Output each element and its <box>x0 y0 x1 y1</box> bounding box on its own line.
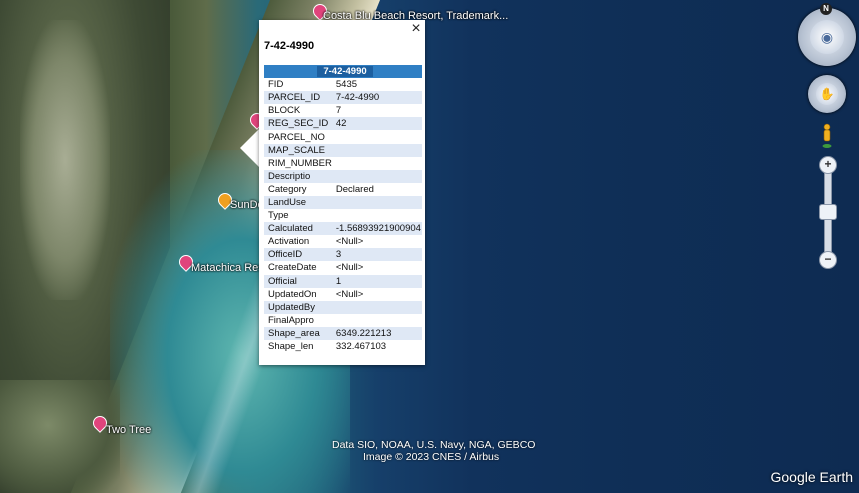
close-icon[interactable]: × <box>409 21 423 37</box>
attribute-value: 3 <box>331 248 422 262</box>
attribute-value <box>332 209 422 222</box>
attribute-row: FinalAppro <box>264 314 422 327</box>
zoom-in-icon[interactable]: + <box>819 156 837 174</box>
attribute-key: Official <box>264 274 332 288</box>
attribute-table-header: 7-42-4990 <box>264 65 422 79</box>
attribute-row: Calculated -1.56893921900904 <box>264 222 422 236</box>
attribute-row: Category Declared <box>264 183 422 196</box>
imagery-credit: Image © 2023 CNES / Airbus <box>363 451 500 463</box>
attribute-row: Official 1 <box>264 274 422 288</box>
attribute-value <box>331 195 422 210</box>
satellite-map[interactable]: Costa Blu Beach Resort, Trademark... Sun… <box>0 0 859 493</box>
attribute-key: OfficeID <box>264 248 332 262</box>
attribute-value: <Null> <box>335 236 364 248</box>
attribute-key: UpdatedOn <box>268 288 317 300</box>
attribute-key: LandUse <box>264 195 332 210</box>
look-joystick-icon[interactable]: ◉ <box>810 20 844 54</box>
attribute-key: Shape_len <box>268 341 314 353</box>
attribute-key: MAP_SCALE <box>264 143 332 157</box>
north-indicator[interactable]: N <box>820 3 832 15</box>
attribute-key: Type <box>268 210 289 222</box>
zoom-slider-thumb[interactable] <box>819 204 837 220</box>
attribute-key: FID <box>268 79 284 91</box>
attribute-key: CreateDate <box>268 262 317 274</box>
attribute-value <box>331 300 422 314</box>
attribute-row: BLOCK 7 <box>264 104 422 117</box>
attribute-value: 5435 <box>335 79 358 91</box>
attribute-value: <Null> <box>335 262 364 274</box>
land-mass <box>20 20 110 300</box>
attribute-row: OfficeID 3 <box>264 248 422 262</box>
attribute-key: RIM_NUMBER <box>268 157 332 169</box>
attribute-row: UpdatedBy <box>264 300 422 314</box>
land-mass <box>0 380 120 493</box>
attribute-row: LandUse <box>264 195 422 210</box>
attribute-value: 6349.221213 <box>331 326 422 340</box>
attribute-row: Shape_len 332.467103 <box>264 340 422 353</box>
attribute-key: Shape_area <box>264 326 332 340</box>
attribute-value: 7-42-4990 <box>331 91 422 105</box>
attribute-row: PARCEL_NO <box>264 130 422 143</box>
attribute-value: 42 <box>331 117 422 131</box>
attribute-row: FID 5435 <box>264 78 422 91</box>
move-hand-center[interactable]: ✋ <box>816 83 838 105</box>
popup-title: 7-42-4990 <box>264 40 315 52</box>
attribute-row: Type <box>264 209 422 222</box>
place-label[interactable]: Two Tree <box>106 424 151 436</box>
attribute-value: 7 <box>335 105 342 117</box>
attribute-row: RIM_NUMBER <box>264 157 422 170</box>
attribute-key: REG_SEC_ID <box>264 117 332 131</box>
attribute-key: Category <box>268 183 307 195</box>
popup-pointer <box>240 128 260 168</box>
attribute-key: PARCEL_NO <box>268 131 325 143</box>
attribute-value: 332.467103 <box>335 341 387 353</box>
header-label: 7-42-4990 <box>317 66 373 78</box>
attribute-value <box>332 130 422 143</box>
attribute-row: Activation <Null> <box>264 235 422 248</box>
attribute-key: Calculated <box>264 222 332 236</box>
attribute-value: 1 <box>331 274 422 288</box>
compass-ring-icon[interactable]: ◉ <box>798 8 856 66</box>
attribute-row: CreateDate <Null> <box>264 261 422 274</box>
attribute-value <box>332 314 422 327</box>
attribute-value <box>332 157 422 170</box>
move-hand-icon[interactable]: ✋ <box>808 75 846 113</box>
attribute-row: Shape_area 6349.221213 <box>264 326 422 340</box>
attribute-value: Declared <box>335 183 374 195</box>
attribute-value <box>331 169 422 183</box>
imagery-credit: Data SIO, NOAA, U.S. Navy, NGA, GEBCO <box>332 439 536 451</box>
attribute-key: Descriptio <box>264 169 332 183</box>
google-earth-logo: Google Earth <box>770 469 854 485</box>
attribute-row: REG_SEC_ID 42 <box>264 117 422 131</box>
attribute-key: PARCEL_ID <box>264 91 332 105</box>
attribute-key: BLOCK <box>268 105 301 117</box>
attribute-row: UpdatedOn <Null> <box>264 288 422 301</box>
attribute-key: Activation <box>268 236 310 248</box>
attribute-key: UpdatedBy <box>264 300 332 314</box>
attribute-value: -1.56893921900904 <box>331 222 422 236</box>
attribute-value <box>331 143 422 157</box>
attribute-row: PARCEL_ID 7-42-4990 <box>264 91 422 105</box>
pegman-icon[interactable] <box>822 123 832 149</box>
attribute-table: 7-42-4990 FID 5435 PARCEL_ID 7-42-4990 BLOCK… <box>264 65 422 353</box>
attribute-key: FinalAppro <box>268 314 314 326</box>
parcel-info-popup: × 7-42-4990 7-42-4990 FID 5435 PARCEL_ID 7-… <box>259 20 425 365</box>
attribute-row: MAP_SCALE <box>264 143 422 157</box>
attribute-row: Descriptio <box>264 169 422 183</box>
attribute-value: <Null> <box>335 288 364 300</box>
zoom-out-icon[interactable]: − <box>819 251 837 269</box>
